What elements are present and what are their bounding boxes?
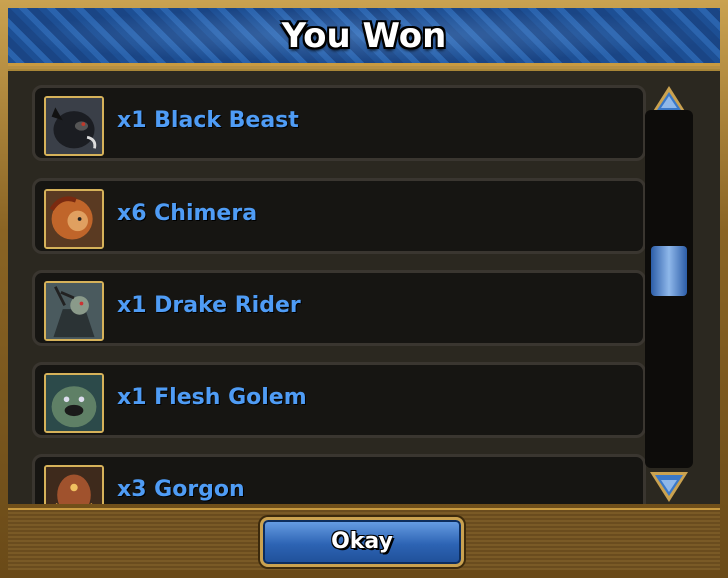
list-item: x1 Black Beast xyxy=(32,85,646,161)
okay-button[interactable]: Okay xyxy=(260,517,464,567)
list-item: x6 Chimera xyxy=(32,178,646,254)
reward-list-panel: x1 Black Beast x6 Chimera x1 Drake Rider… xyxy=(8,69,720,504)
reward-label: x6 Chimera xyxy=(117,201,258,226)
reward-label: x1 Black Beast xyxy=(117,108,299,133)
reward-list[interactable]: x1 Black Beast x6 Chimera x1 Drake Rider… xyxy=(32,79,646,504)
dialog-footer: Okay xyxy=(8,508,720,570)
dialog-header: You Won xyxy=(8,8,720,66)
list-item: x3 Gorgon xyxy=(32,454,646,504)
dialog-frame: You Won x1 Black Beast x6 Chimera x1 Dra… xyxy=(0,0,728,578)
scrollbar[interactable] xyxy=(645,84,693,504)
scroll-track[interactable] xyxy=(645,110,693,468)
scroll-down-arrow-icon[interactable] xyxy=(648,470,690,504)
drake-rider-portrait-icon xyxy=(44,281,104,341)
list-item: x1 Drake Rider xyxy=(32,270,646,346)
reward-label: x1 Drake Rider xyxy=(117,293,301,318)
flesh-golem-portrait-icon xyxy=(44,373,104,433)
reward-label: x1 Flesh Golem xyxy=(117,385,307,410)
reward-label: x3 Gorgon xyxy=(117,477,245,502)
scroll-thumb[interactable] xyxy=(651,246,687,296)
list-item: x1 Flesh Golem xyxy=(32,362,646,438)
gorgon-portrait-icon xyxy=(44,465,104,504)
dialog-title: You Won xyxy=(281,16,447,56)
chimera-portrait-icon xyxy=(44,189,104,249)
black-beast-portrait-icon xyxy=(44,96,104,156)
